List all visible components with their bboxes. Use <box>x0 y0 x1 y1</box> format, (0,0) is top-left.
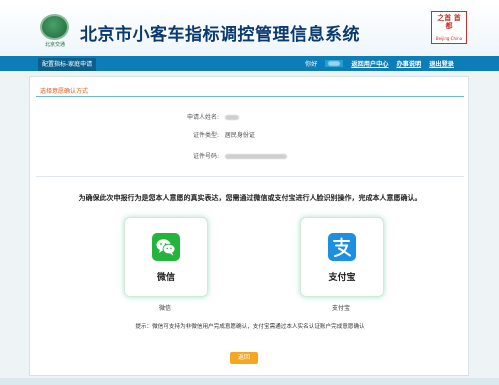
tab-family-application[interactable]: 配置指标-家庭申请 <box>38 58 97 71</box>
section-title: 选择意愿确认方式 <box>40 88 89 95</box>
top-navbar: 配置指标-家庭申请 你好 返回用户中心 办事说明 退出登录 <box>0 56 499 71</box>
nav-links: 你好 返回用户中心 办事说明 退出登录 <box>305 57 462 70</box>
alipay-label: 支付宝 <box>328 273 356 283</box>
logo-text: 北京交通 <box>44 42 65 48</box>
alipay-icon <box>328 233 356 261</box>
wechat-caption: 微信 <box>158 305 171 312</box>
username-redacted <box>328 60 341 66</box>
greeting-text: 你好 <box>305 61 318 68</box>
alipay-option-card[interactable]: 支付宝 <box>300 217 384 297</box>
id-number-redacted <box>224 154 287 159</box>
id-type-row: 证件类型: 居民身份证 <box>166 130 255 140</box>
instructions-link[interactable]: 办事说明 <box>397 59 422 68</box>
applicant-name-value <box>224 114 239 121</box>
capital-seal-logo: 之首 首都 Beijing·China <box>431 11 467 44</box>
wechat-option-card[interactable]: 微信 <box>124 217 208 297</box>
id-number-row: 证件号码: <box>166 151 287 161</box>
wechat-icon <box>152 233 180 261</box>
back-button[interactable]: 返回 <box>230 352 258 364</box>
id-number-value <box>224 153 287 160</box>
alipay-caption: 支付宝 <box>331 305 350 312</box>
section-divider <box>36 96 464 97</box>
name-redacted <box>224 115 239 120</box>
username-badge <box>325 60 344 67</box>
seal-subtext: Beijing·China <box>435 36 463 41</box>
main-panel: 选择意愿确认方式 申请人姓名: 证件类型: 居民身份证 证件号码: 为确保此次申… <box>29 76 469 376</box>
site-title: 北京市小客车指标调控管理信息系统 <box>80 25 360 45</box>
id-type-value: 居民身份证 <box>224 132 255 139</box>
hint-text: 提示：微信可支持为非微信用户完成意愿确认，支付宝需通过本人实名认证账户完成意愿确… <box>135 324 365 330</box>
id-number-label: 证件号码: <box>192 153 219 160</box>
logout-link[interactable]: 退出登录 <box>429 59 454 68</box>
seal-text: 之首 首都 <box>437 14 461 30</box>
form-divider <box>36 176 464 177</box>
beijing-traffic-logo: 北京交通 <box>37 14 73 50</box>
applicant-name-label: 申请人姓名: <box>186 114 219 121</box>
footer-strip <box>0 378 499 385</box>
wechat-label: 微信 <box>156 273 175 283</box>
applicant-name-row: 申请人姓名: <box>166 112 239 122</box>
logo-emblem-icon <box>40 14 69 40</box>
verification-notice: 为确保此次申报行为是您本人意愿的真实表达，您需通过微信或支付宝进行人脸识别操作，… <box>78 194 422 202</box>
site-header: 北京交通 北京市小客车指标调控管理信息系统 之首 首都 Beijing·Chin… <box>0 0 499 57</box>
id-type-label: 证件类型: <box>192 132 219 139</box>
return-user-center-link[interactable]: 返回用户中心 <box>351 59 388 68</box>
